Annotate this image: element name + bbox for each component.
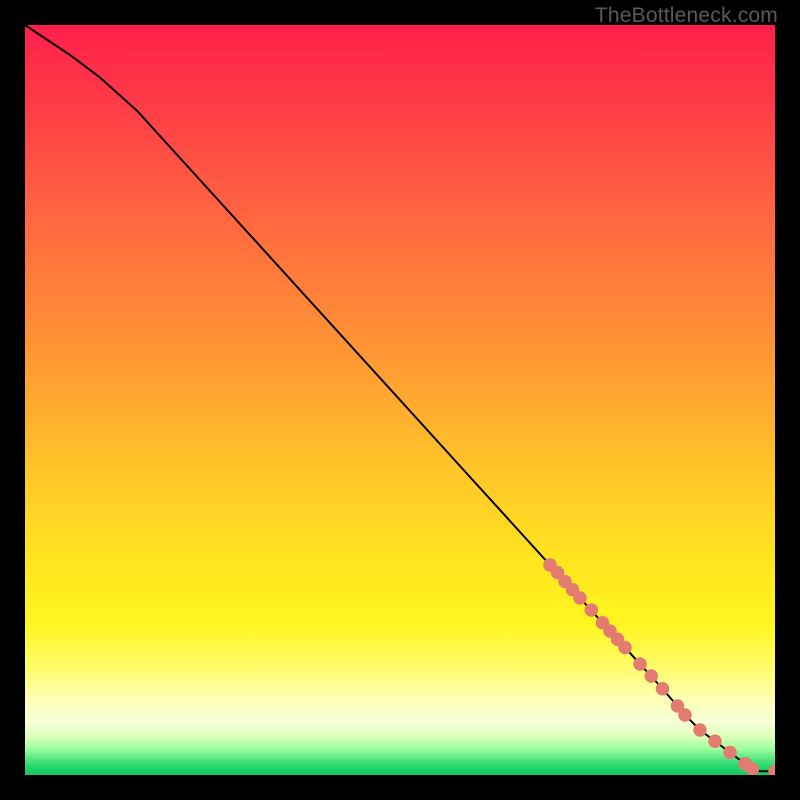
data-marker (656, 682, 670, 696)
data-marker (551, 566, 565, 580)
data-marker (558, 575, 572, 589)
data-marker (543, 558, 557, 572)
data-marker (671, 699, 685, 713)
markers-group (543, 558, 775, 775)
data-marker (603, 624, 617, 638)
data-marker (723, 746, 737, 760)
data-marker (708, 735, 722, 749)
curve-svg (25, 25, 775, 775)
bottleneck-curve (25, 25, 775, 771)
data-marker (633, 657, 647, 671)
data-marker (611, 633, 625, 647)
data-marker (678, 708, 692, 722)
data-marker (596, 616, 610, 630)
data-marker (693, 723, 707, 737)
data-marker (585, 603, 599, 617)
data-marker (618, 641, 632, 655)
data-marker (645, 669, 659, 683)
data-marker (566, 583, 580, 597)
data-marker (738, 757, 752, 771)
plot-area (25, 25, 775, 775)
data-marker (768, 765, 775, 776)
chart-frame: TheBottleneck.com (0, 0, 800, 800)
data-marker (746, 762, 760, 775)
data-marker (573, 591, 587, 605)
